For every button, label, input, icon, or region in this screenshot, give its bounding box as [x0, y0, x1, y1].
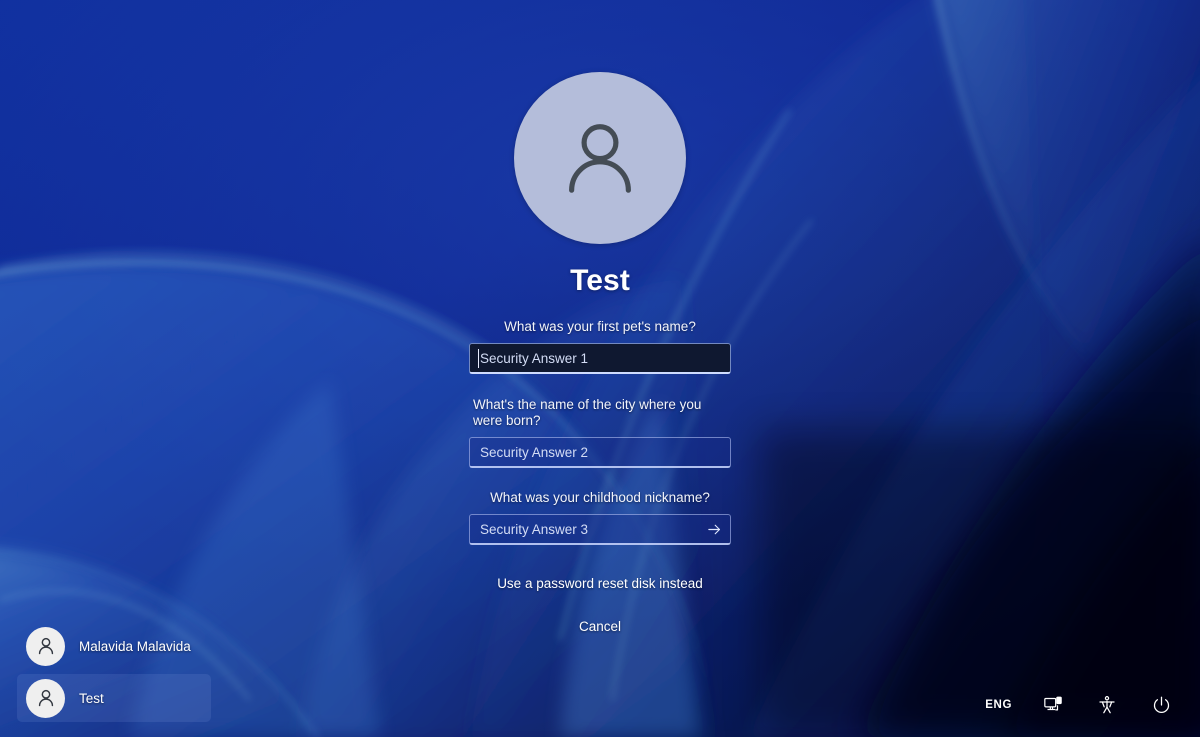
network-icon [1044, 696, 1062, 711]
system-tray: ENG [981, 688, 1178, 722]
user-list-item-label: Malavida Malavida [79, 638, 191, 654]
avatar [26, 626, 65, 666]
security-question-2-label: What's the name of the city where you we… [473, 397, 702, 428]
security-answer-3-wrap [469, 514, 731, 545]
power-button[interactable] [1144, 688, 1178, 722]
arrow-right-icon [707, 524, 720, 534]
person-avatar-icon [38, 637, 53, 655]
text-caret [478, 349, 479, 368]
security-answer-2-input[interactable] [469, 437, 731, 468]
user-list-item-label: Test [79, 690, 104, 706]
security-answer-2-wrap [469, 437, 731, 468]
security-questions-form: What was your first pet's name? What's t… [469, 319, 731, 545]
avatar [26, 678, 65, 718]
accessibility-icon [1099, 696, 1115, 714]
page-title: Test [570, 264, 630, 297]
avatar [514, 72, 686, 244]
security-question-3: What was your childhood nickname? [469, 490, 731, 545]
submit-button[interactable] [701, 517, 727, 541]
signin-screen: Test What was your first pet's name? Wha… [0, 0, 1200, 737]
security-answer-1-wrap [469, 343, 731, 374]
signin-panel: Test What was your first pet's name? Wha… [0, 72, 1200, 637]
user-list-item-test[interactable]: Test [17, 674, 211, 722]
security-answer-1-input[interactable] [469, 343, 731, 374]
person-avatar-icon [569, 124, 631, 193]
security-question-2: What's the name of the city where you we… [469, 397, 731, 468]
language-indicator[interactable]: ENG [981, 693, 1016, 717]
security-question-1-label: What was your first pet's name? [504, 319, 696, 334]
use-password-reset-disk-link[interactable]: Use a password reset disk instead [491, 573, 709, 594]
user-switcher: Malavida Malavida Test [17, 622, 211, 722]
power-icon [1153, 696, 1169, 713]
person-avatar-icon [38, 689, 53, 707]
user-list-item-malavida[interactable]: Malavida Malavida [17, 622, 211, 670]
accessibility-button[interactable] [1090, 688, 1124, 722]
cancel-button[interactable]: Cancel [573, 616, 627, 637]
network-button[interactable] [1036, 688, 1070, 722]
security-question-1: What was your first pet's name? [469, 319, 731, 374]
security-question-3-label: What was your childhood nickname? [490, 490, 710, 505]
security-answer-3-input[interactable] [469, 514, 731, 545]
